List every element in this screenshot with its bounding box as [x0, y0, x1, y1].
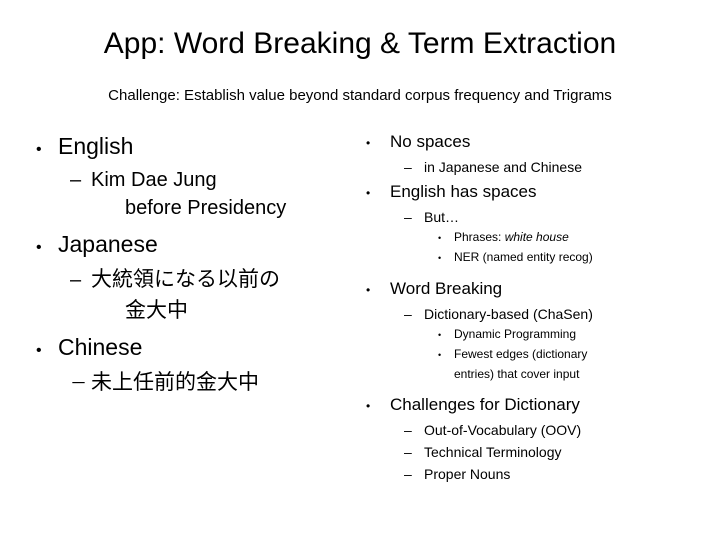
bullet-icon: • — [366, 283, 371, 297]
list-item-chinese: • Chinese — [36, 331, 356, 367]
bullet-icon: • — [366, 186, 371, 200]
list-item-label: NER (named entity recog) — [454, 250, 593, 264]
list-item-in-japanese-and-chinese: – in Japanese and Chinese — [404, 156, 706, 178]
bullet-icon: • — [366, 399, 371, 413]
list-item-label: Chinese — [58, 334, 143, 360]
bullet-icon: • — [438, 350, 442, 360]
list-item-label: Kim Dae Jung — [91, 169, 217, 191]
list-item-no-spaces: • No spaces — [366, 129, 706, 156]
list-item-word-breaking: • Word Breaking — [366, 276, 706, 303]
list-item-label: Dynamic Programming — [454, 327, 577, 341]
list-item-label: But… — [424, 209, 460, 225]
list-item-proper-nouns: – Proper Nouns — [404, 463, 706, 485]
bullet-icon: • — [438, 253, 442, 263]
list-item-english: • English — [36, 130, 356, 166]
dash-icon: – — [404, 159, 412, 175]
dash-icon: – — [404, 306, 412, 322]
list-item-label: Technical Terminology — [424, 444, 562, 460]
list-item-dictionary-based: – Dictionary-based (ChaSen) — [404, 303, 706, 325]
bullet-icon: • — [36, 342, 42, 359]
dash-icon: – — [404, 209, 412, 225]
dash-icon: – — [70, 269, 82, 291]
list-item-label: Word Breaking — [390, 279, 503, 298]
list-item-label: Phrases: white house — [454, 228, 706, 247]
dash-icon: – — [404, 422, 412, 438]
list-item-label: Out-of-Vocabulary (OOV) — [424, 422, 582, 438]
slide-subtitle: Challenge: Establish value beyond standa… — [108, 87, 612, 104]
slide-canvas: App: Word Breaking & Term Extraction Cha… — [0, 0, 720, 540]
list-item-technical-terminology: – Technical Terminology — [404, 441, 706, 463]
list-item-label: Proper Nouns — [424, 466, 511, 482]
list-item-label: Challenges for Dictionary — [390, 395, 580, 414]
list-item-before-presidency: before Presidency — [125, 197, 287, 219]
list-item-dynamic-programming: • Dynamic Programming — [438, 325, 706, 345]
list-item-ner: • NER (named entity recog) — [438, 248, 706, 268]
dash-icon: – — [70, 169, 82, 191]
page-title: App: Word Breaking & Term Extraction — [103, 27, 617, 60]
dash-icon: – — [404, 444, 412, 460]
list-item-japanese-example: – 大統領になる以前の — [70, 264, 356, 295]
bullet-icon: • — [36, 239, 42, 256]
phrases-example: white house — [504, 230, 569, 244]
list-item-japanese: • Japanese — [36, 228, 356, 264]
list-item-english-has-spaces: • English has spaces — [366, 179, 706, 206]
dash-icon: － — [70, 374, 87, 394]
bullet-icon: • — [36, 141, 42, 158]
list-item-label: No spaces — [390, 132, 471, 151]
list-item-label: in Japanese and Chinese — [424, 159, 583, 175]
list-item-challenges-for-dictionary: • Challenges for Dictionary — [366, 392, 706, 419]
list-item-label: Japanese — [58, 231, 158, 257]
phrases-prefix: Phrases: — [454, 230, 505, 244]
list-item-chinese-example: － 未上任前的金大中 — [70, 367, 356, 399]
list-item-japanese-example-line2: 金大中 — [125, 298, 188, 322]
list-item-but: – But… — [404, 206, 706, 228]
bullet-icon: • — [438, 330, 442, 340]
list-item-label: English — [58, 133, 134, 159]
list-item-label: Fewest edges (dictionary — [454, 347, 588, 361]
list-item-kim-dae-jung: – Kim Dae Jung — [70, 166, 356, 194]
list-item-fewest-edges-line2: entries) that cover input — [454, 367, 580, 381]
list-item-label: 未上任前的金大中 — [91, 370, 259, 394]
left-content-column: • English – Kim Dae Jung before Presiden… — [36, 128, 356, 399]
list-item-phrases: • Phrases: white house — [438, 228, 706, 248]
list-item-label: Dictionary-based (ChaSen) — [424, 306, 593, 322]
dash-icon: – — [404, 466, 412, 482]
right-content-column: • No spaces – in Japanese and Chinese • … — [366, 128, 706, 485]
list-item-oov: – Out-of-Vocabulary (OOV) — [404, 419, 706, 441]
bullet-icon: • — [366, 136, 371, 150]
list-item-fewest-edges: • Fewest edges (dictionary — [438, 345, 706, 365]
list-item-label: English has spaces — [390, 182, 537, 201]
list-item-label: 大統領になる以前の — [91, 267, 280, 291]
bullet-icon: • — [438, 233, 442, 243]
